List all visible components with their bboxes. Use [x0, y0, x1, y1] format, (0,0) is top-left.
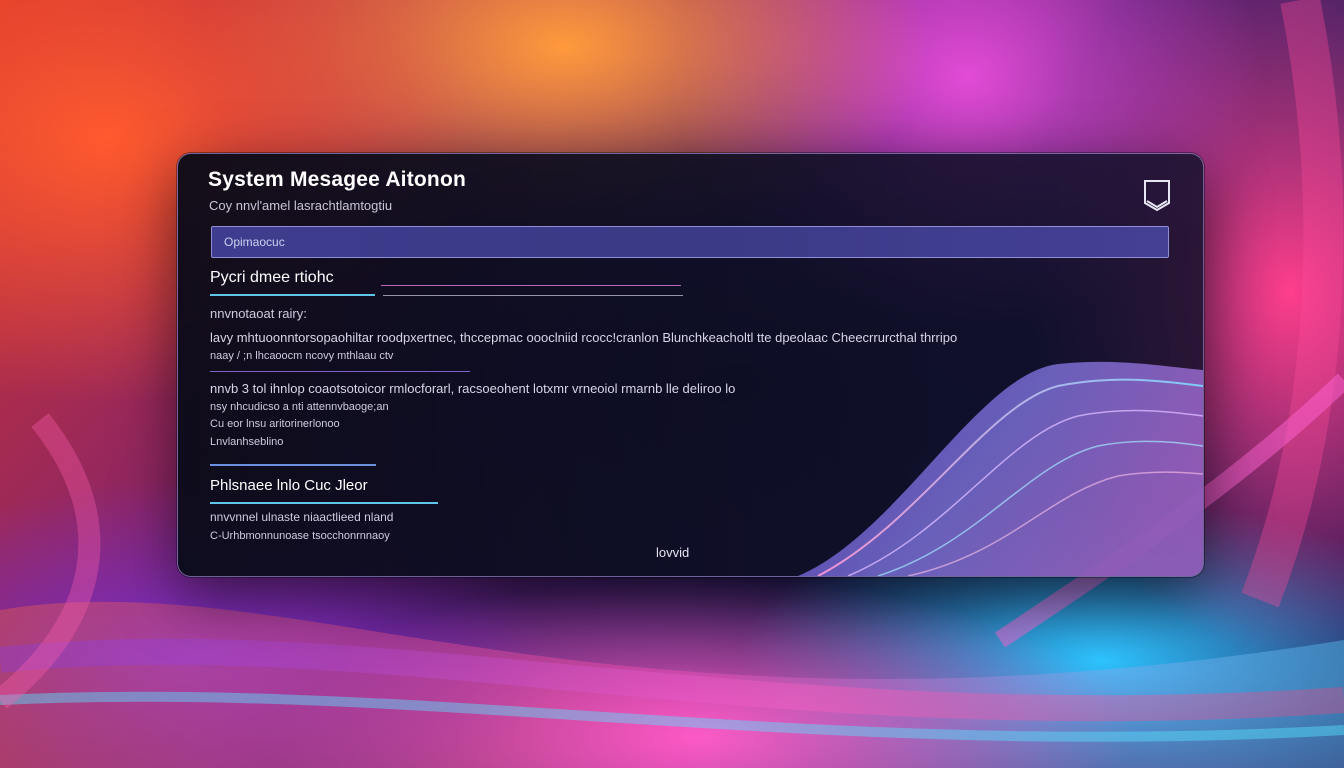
shield-chevron-icon — [1144, 180, 1170, 212]
detail-line: C-Urhbmonnunoase tsocchonrnnaoy — [210, 530, 390, 542]
window-subtitle: Coy nnvl'amel lasrachtlamtogtiu — [209, 198, 393, 213]
list-item: nnvb 3 tol ihnlop coaotsotoicor rmlocfor… — [210, 381, 736, 396]
section-separator — [210, 464, 376, 466]
section-heading: Phlsnaee lnlo Cuc Jleor — [210, 477, 368, 494]
footer-label: lovvid — [656, 545, 690, 560]
paragraph-line: lavy mhtuoonntorsopaohiltar roodpxertnec… — [210, 330, 958, 345]
search-input[interactable] — [211, 226, 1169, 258]
section-divider-top — [381, 285, 681, 286]
system-message-window: System Mesagee Aitonon Coy nnvl'amel las… — [177, 153, 1204, 577]
close-button[interactable] — [1141, 179, 1173, 213]
list-item: Cu eor lnsu aritorinerlonoo — [210, 418, 340, 430]
detail-line: nnvvnnel ulnaste niaactlieed nland — [210, 510, 394, 524]
paragraph-line: naay / ;n lhcaoocm ncovy mthlaau ctv — [210, 350, 394, 362]
section-underline — [210, 294, 375, 296]
paragraph-divider — [210, 371, 470, 372]
section-underline — [210, 502, 438, 504]
list-item: Lnvlanhseblino — [210, 436, 284, 448]
section-heading: Pycri dmee rtiohc — [210, 269, 334, 286]
window-title: System Mesagee Aitonon — [208, 168, 467, 191]
section-divider-bottom — [383, 295, 683, 296]
field-label: nnvnotaoat rairy: — [210, 306, 307, 321]
list-item: nsy nhcudicso a nti attennvbaoge;an — [210, 401, 389, 413]
